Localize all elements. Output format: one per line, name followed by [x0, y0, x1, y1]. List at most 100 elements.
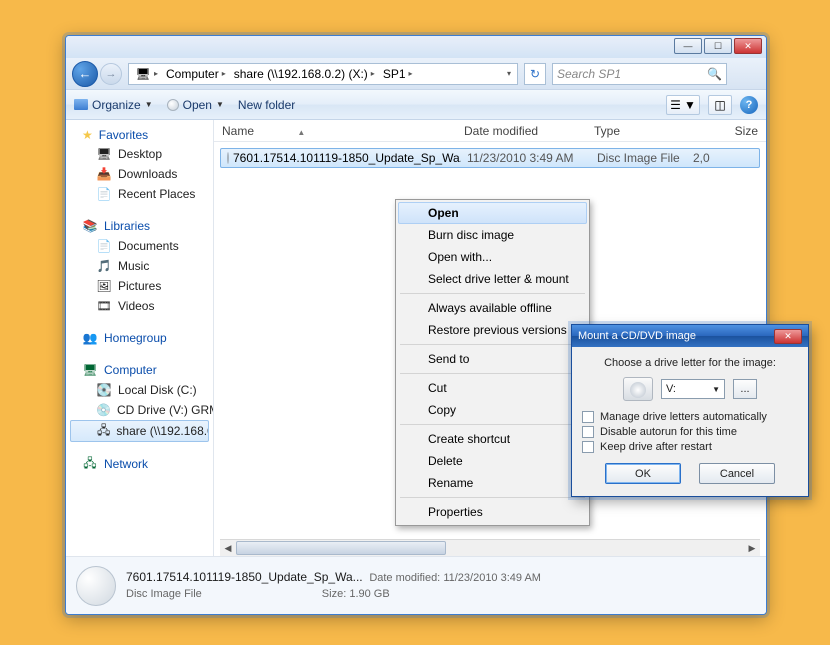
file-name: 7601.17514.101119-1850_Update_Sp_Wa...	[233, 151, 461, 165]
nav-back-button[interactable]: ←	[72, 61, 98, 87]
breadcrumb-share[interactable]: share (\\192.168.0.2) (X:)▸	[230, 64, 379, 84]
ctx-offline[interactable]: Always available offline	[398, 297, 587, 319]
preview-pane-button[interactable]: ◫	[708, 95, 732, 115]
sort-asc-icon: ▲	[297, 128, 305, 137]
breadcrumb-dropdown-icon[interactable]: ▾	[507, 69, 511, 78]
sidebar-item-recent[interactable]: 📄Recent Places	[66, 184, 213, 204]
toolbar: Organize▼ Open▼ New folder ☰ ▼ ◫ ?	[66, 90, 766, 120]
desktop-icon: 🖥	[96, 146, 112, 162]
sidebar-item-share[interactable]: 🖧share (\\192.168.0.2)	[70, 420, 209, 442]
new-folder-button[interactable]: New folder	[238, 98, 295, 112]
ctx-burn[interactable]: Burn disc image	[398, 224, 587, 246]
ctx-open-with[interactable]: Open with...	[398, 246, 587, 268]
computer-icon: 🖥	[82, 362, 98, 378]
column-date[interactable]: Date modified	[456, 124, 586, 138]
sidebar-favorites[interactable]: ★Favorites	[66, 126, 213, 144]
breadcrumb[interactable]: 🖥▸ Computer▸ share (\\192.168.0.2) (X:)▸…	[128, 63, 518, 85]
sidebar-network[interactable]: 🖧Network	[66, 454, 213, 474]
music-icon: 🎵	[96, 258, 112, 274]
details-type: Disc Image File	[126, 588, 202, 600]
column-size[interactable]: Size	[682, 124, 766, 138]
documents-icon: 📄	[96, 238, 112, 254]
ctx-send-to[interactable]: Send to▶	[398, 348, 587, 370]
ctx-shortcut[interactable]: Create shortcut	[398, 428, 587, 450]
sidebar-item-desktop[interactable]: 🖥Desktop	[66, 144, 213, 164]
network-drive-icon: 🖧	[97, 423, 110, 439]
close-button[interactable]: ✕	[734, 38, 762, 54]
sidebar-item-pictures[interactable]: 🖼Pictures	[66, 276, 213, 296]
view-mode-button[interactable]: ☰ ▼	[666, 95, 700, 115]
ctx-open[interactable]: Open	[398, 202, 587, 224]
search-input[interactable]: Search SP1 🔍	[552, 63, 727, 85]
nav-forward-button[interactable]: →	[100, 63, 122, 85]
ctx-select-drive[interactable]: Select drive letter & mount	[398, 268, 587, 290]
checkbox-icon	[582, 441, 594, 453]
star-icon: ★	[82, 128, 93, 142]
ctx-restore[interactable]: Restore previous versions	[398, 319, 587, 341]
sidebar-item-music[interactable]: 🎵Music	[66, 256, 213, 276]
disk-icon: 💽	[96, 382, 112, 398]
ctx-rename[interactable]: Rename	[398, 472, 587, 494]
title-bar[interactable]: — ☐ ✕	[66, 36, 766, 58]
column-name[interactable]: Name ▲	[214, 124, 456, 138]
organize-icon	[74, 99, 88, 110]
sidebar-computer[interactable]: 🖥Computer	[66, 360, 213, 380]
open-menu[interactable]: Open▼	[167, 98, 224, 112]
homegroup-icon: 👥	[82, 330, 98, 346]
pictures-icon: 🖼	[96, 278, 112, 294]
ok-button[interactable]: OK	[605, 463, 681, 484]
sidebar-homegroup[interactable]: 👥Homegroup	[66, 328, 213, 348]
sidebar-item-local-disk[interactable]: 💽Local Disk (C:)	[66, 380, 213, 400]
drive-letter-combo[interactable]: V:▼	[661, 379, 725, 399]
sidebar-item-videos[interactable]: 🎞Videos	[66, 296, 213, 316]
ctx-copy[interactable]: Copy	[398, 399, 587, 421]
sidebar-item-cd-drive[interactable]: 💿CD Drive (V:) GRMSP	[66, 400, 213, 420]
videos-icon: 🎞	[96, 298, 112, 314]
column-headers: Name ▲ Date modified Type Size	[214, 120, 766, 142]
scroll-left-button[interactable]: ◀	[220, 540, 236, 556]
ctx-cut[interactable]: Cut	[398, 377, 587, 399]
scroll-thumb[interactable]	[236, 541, 446, 555]
maximize-button[interactable]: ☐	[704, 38, 732, 54]
checkbox-disable-autorun[interactable]: Disable autorun for this time	[582, 426, 798, 438]
dialog-title: Mount a CD/DVD image	[578, 330, 696, 342]
minimize-button[interactable]: —	[674, 38, 702, 54]
help-button[interactable]: ?	[740, 96, 758, 114]
mount-dialog: Mount a CD/DVD image ✕ Choose a drive le…	[571, 324, 809, 497]
file-size: 2,0	[687, 151, 759, 165]
breadcrumb-computer[interactable]: Computer▸	[162, 64, 230, 84]
cd-icon: 💿	[96, 402, 111, 418]
sidebar-item-documents[interactable]: 📄Documents	[66, 236, 213, 256]
organize-menu[interactable]: Organize▼	[74, 98, 153, 112]
scrollbar-horizontal[interactable]: ◀ ▶	[220, 539, 760, 556]
column-type[interactable]: Type	[586, 124, 682, 138]
file-row[interactable]: 7601.17514.101119-1850_Update_Sp_Wa... 1…	[220, 148, 760, 168]
scroll-right-button[interactable]: ▶	[744, 540, 760, 556]
ctx-delete[interactable]: Delete	[398, 450, 587, 472]
cancel-button[interactable]: Cancel	[699, 463, 775, 484]
dialog-title-bar[interactable]: Mount a CD/DVD image ✕	[572, 325, 808, 347]
search-icon: 🔍	[707, 67, 722, 81]
ctx-properties[interactable]: Properties	[398, 501, 587, 523]
checkbox-manage-auto[interactable]: Manage drive letters automatically	[582, 411, 798, 423]
sidebar-libraries[interactable]: 📚Libraries	[66, 216, 213, 236]
search-placeholder: Search SP1	[557, 67, 621, 81]
details-icon	[76, 566, 116, 606]
disc-icon	[167, 99, 179, 111]
browse-button[interactable]: ...	[733, 379, 757, 399]
downloads-icon: 📥	[96, 166, 112, 182]
address-bar: ← → 🖥▸ Computer▸ share (\\192.168.0.2) (…	[66, 58, 766, 90]
breadcrumb-sp1[interactable]: SP1▸	[379, 64, 417, 84]
refresh-button[interactable]: ↻	[524, 63, 546, 85]
file-date: 11/23/2010 3:49 AM	[461, 151, 591, 165]
dialog-close-button[interactable]: ✕	[774, 329, 802, 344]
checkbox-icon	[582, 411, 594, 423]
computer-icon: 🖥	[135, 66, 151, 82]
sidebar-item-downloads[interactable]: 📥Downloads	[66, 164, 213, 184]
recent-icon: 📄	[96, 186, 112, 202]
checkbox-keep-after-restart[interactable]: Keep drive after restart	[582, 441, 798, 453]
network-icon: 🖧	[82, 456, 98, 472]
checkbox-icon	[582, 426, 594, 438]
details-name: 7601.17514.101119-1850_Update_Sp_Wa...	[126, 570, 363, 584]
drive-icon	[623, 377, 653, 401]
